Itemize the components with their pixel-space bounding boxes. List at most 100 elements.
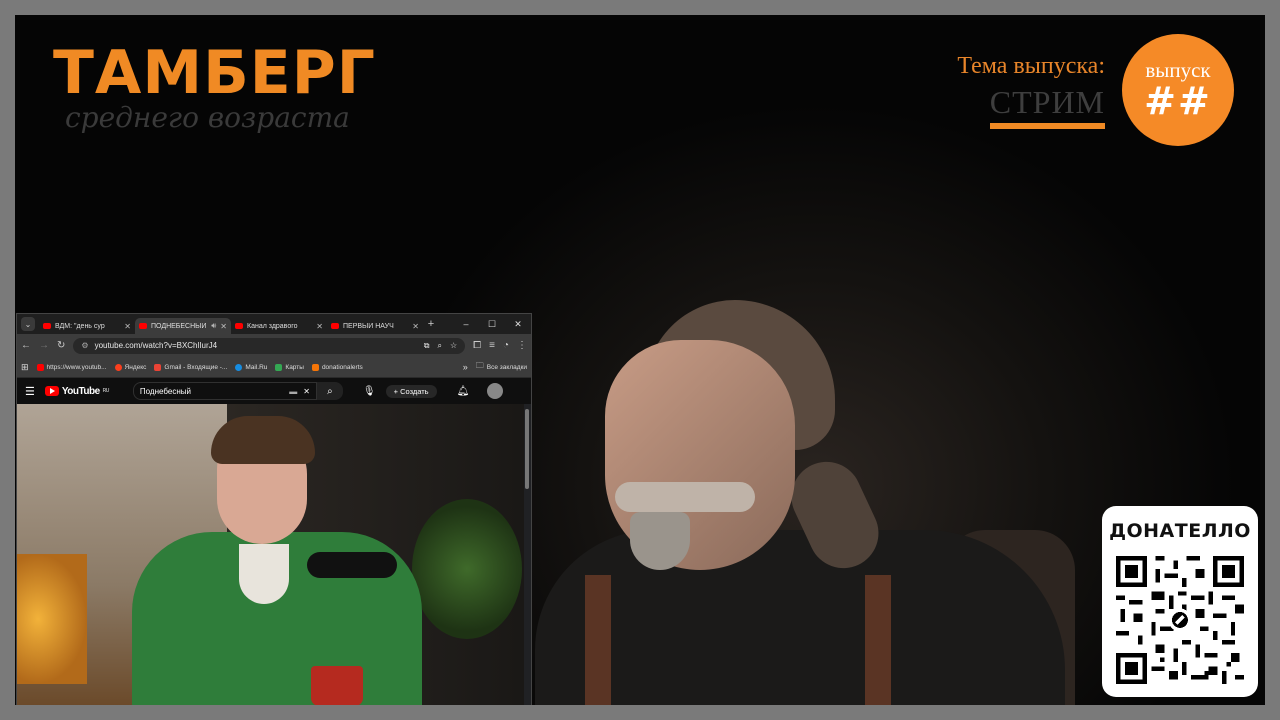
create-label: Создать bbox=[400, 386, 429, 396]
url-text: youtube.com/watch?v=BXChlIurJ4 bbox=[94, 341, 218, 350]
youtube-icon bbox=[43, 323, 51, 329]
host-person bbox=[525, 300, 1085, 705]
page-scrollbar[interactable] bbox=[525, 409, 529, 489]
youtube-icon bbox=[331, 323, 339, 329]
tab-search-icon[interactable]: ⌄ bbox=[21, 317, 35, 331]
youtube-video-player[interactable] bbox=[17, 404, 524, 705]
episode-badge: выпуск ## bbox=[1122, 34, 1234, 146]
new-tab-button[interactable]: + bbox=[423, 318, 439, 330]
stream-frame: ТАМБЕРГ среднего возраста Тема выпуска: … bbox=[15, 15, 1265, 705]
bookmarks-bar: ⊞ https://www.youtub... Яндекс Gmail - В… bbox=[17, 357, 531, 378]
bookmark-label: Mail.Ru bbox=[245, 363, 268, 371]
address-bar: ← → ↻ ⚙ youtube.com/watch?v=BXChlIurJ4 ⧉… bbox=[17, 334, 531, 357]
region-label: RU bbox=[102, 388, 110, 394]
host-mustache bbox=[615, 482, 755, 512]
cast-icon[interactable]: ⧉ bbox=[424, 341, 430, 351]
gmail-icon bbox=[154, 363, 162, 371]
youtube-logo-text: YouTube bbox=[61, 385, 100, 397]
bookmark-item[interactable]: Карты bbox=[275, 363, 304, 371]
episode-topic: Тема выпуска: СТРИМ bbox=[957, 53, 1105, 129]
donation-card: ДОНАТЕЛЛО bbox=[1102, 506, 1258, 697]
search-button[interactable]: ⌕ bbox=[316, 382, 343, 400]
forward-icon[interactable]: → bbox=[39, 340, 49, 351]
profile-icon[interactable]: ◔ bbox=[503, 340, 509, 351]
apps-grid-icon[interactable]: ⊞ bbox=[21, 362, 29, 373]
youtube-search-input[interactable]: Поднебесный ▬ ✕ bbox=[132, 382, 317, 400]
search-icon: ⌕ bbox=[327, 385, 333, 397]
create-button[interactable]: + Создать bbox=[385, 384, 437, 398]
search-query: Поднебесный bbox=[139, 386, 191, 396]
minimize-button[interactable]: – bbox=[453, 319, 479, 329]
maximize-button[interactable]: ☐ bbox=[479, 319, 505, 330]
bookmark-label: Gmail - Входящие -... bbox=[164, 363, 228, 371]
yandex-icon bbox=[114, 363, 122, 371]
youtube-play-icon bbox=[44, 386, 59, 396]
donationalerts-icon bbox=[311, 363, 319, 371]
site-info-icon[interactable]: ⚙ bbox=[81, 341, 88, 350]
topic-value: СТРИМ bbox=[989, 84, 1105, 129]
more-menu-icon[interactable]: ⋮ bbox=[517, 340, 527, 351]
webcam-scene: ТАМБЕРГ среднего возраста Тема выпуска: … bbox=[15, 15, 1265, 705]
browser-window: ⌄ ВДМ: "день сур ✕ ПОДНЕБЕСНЫЙ 🔊︎ ✕ Кана… bbox=[16, 313, 532, 705]
all-bookmarks-label: Все закладки bbox=[486, 363, 527, 371]
video-guest-shirt bbox=[239, 544, 289, 604]
tab-item[interactable]: ВДМ: "день сур ✕ bbox=[39, 318, 135, 334]
extensions-icon[interactable]: ⧠ bbox=[473, 340, 481, 351]
video-microphone bbox=[307, 552, 397, 578]
media-icon[interactable]: ≡ bbox=[489, 340, 495, 351]
back-icon[interactable]: ← bbox=[21, 340, 31, 351]
tab-label: ПЕРВЫЙ НАУЧ bbox=[343, 322, 394, 330]
video-guest-hair bbox=[211, 416, 315, 464]
all-bookmarks-button[interactable]: 🗀︎ Все закладки bbox=[476, 360, 527, 374]
bookmark-label: https://www.youtub... bbox=[46, 363, 107, 371]
zoom-icon[interactable]: ⌕ bbox=[437, 341, 441, 351]
brand-logo: ТАМБЕРГ среднего возраста bbox=[53, 39, 376, 134]
bookmark-star-icon[interactable]: ☆ bbox=[450, 341, 457, 350]
bookmark-item[interactable]: donationalerts bbox=[311, 363, 363, 371]
youtube-header: ☰ YouTube RU Поднебесный ▬ ✕ ⌕ 🎙︎ + Созд… bbox=[17, 378, 531, 404]
video-cup bbox=[311, 666, 363, 705]
bookmark-item[interactable]: Яндекс bbox=[114, 363, 146, 371]
mailru-icon bbox=[235, 363, 243, 371]
tab-label: ПОДНЕБЕСНЫЙ bbox=[151, 322, 207, 330]
folder-icon: 🗀︎ bbox=[475, 361, 484, 370]
bookmark-item[interactable]: https://www.youtub... bbox=[36, 363, 107, 371]
clear-search-icon[interactable]: ✕ bbox=[303, 387, 310, 396]
bookmarks-overflow-icon[interactable]: » bbox=[463, 362, 468, 372]
hamburger-menu-icon[interactable]: ☰ bbox=[25, 385, 35, 398]
episode-number: ## bbox=[1144, 79, 1212, 123]
microphone-icon[interactable]: 🎙︎ bbox=[363, 386, 376, 397]
brand-title: ТАМБЕРГ bbox=[53, 38, 376, 108]
close-tab-icon[interactable]: ✕ bbox=[220, 322, 227, 331]
reload-icon[interactable]: ↻ bbox=[57, 340, 65, 351]
bookmark-label: Карты bbox=[285, 363, 304, 371]
host-beard bbox=[630, 512, 690, 570]
bookmark-label: donationalerts bbox=[321, 363, 363, 371]
close-tab-icon[interactable]: ✕ bbox=[124, 322, 131, 331]
tab-item[interactable]: ПЕРВЫЙ НАУЧ ✕ bbox=[327, 318, 423, 334]
brand-subtitle: среднего возраста bbox=[65, 101, 350, 134]
youtube-icon bbox=[235, 323, 243, 329]
youtube-logo[interactable]: YouTube RU bbox=[44, 385, 110, 397]
donation-title: ДОНАТЕЛЛО bbox=[1109, 520, 1251, 542]
tab-strip: ⌄ ВДМ: "день сур ✕ ПОДНЕБЕСНЫЙ 🔊︎ ✕ Кана… bbox=[17, 314, 531, 334]
video-plant bbox=[412, 499, 522, 639]
bookmark-item[interactable]: Gmail - Входящие -... bbox=[154, 363, 228, 371]
tab-item-active[interactable]: ПОДНЕБЕСНЫЙ 🔊︎ ✕ bbox=[135, 318, 231, 334]
close-tab-icon[interactable]: ✕ bbox=[316, 322, 323, 331]
maps-icon bbox=[275, 363, 283, 371]
donation-qr-code bbox=[1116, 556, 1244, 684]
speaker-icon[interactable]: 🔊︎ bbox=[211, 321, 216, 331]
bookmark-item[interactable]: Mail.Ru bbox=[235, 363, 268, 371]
youtube-icon bbox=[139, 323, 147, 329]
tab-item[interactable]: Канал здравого ✕ bbox=[231, 318, 327, 334]
avatar[interactable] bbox=[487, 383, 504, 399]
url-field[interactable]: ⚙ youtube.com/watch?v=BXChlIurJ4 ⧉ ⌕ ☆ bbox=[73, 337, 466, 354]
close-tab-icon[interactable]: ✕ bbox=[412, 322, 419, 331]
suspender-right bbox=[865, 575, 891, 705]
tab-label: ВДМ: "день сур bbox=[55, 322, 105, 330]
close-window-button[interactable]: ✕ bbox=[505, 319, 531, 330]
youtube-icon bbox=[36, 363, 44, 371]
keyboard-icon[interactable]: ▬ bbox=[289, 387, 297, 396]
notifications-bell-icon[interactable]: 🔔︎ bbox=[457, 386, 470, 397]
